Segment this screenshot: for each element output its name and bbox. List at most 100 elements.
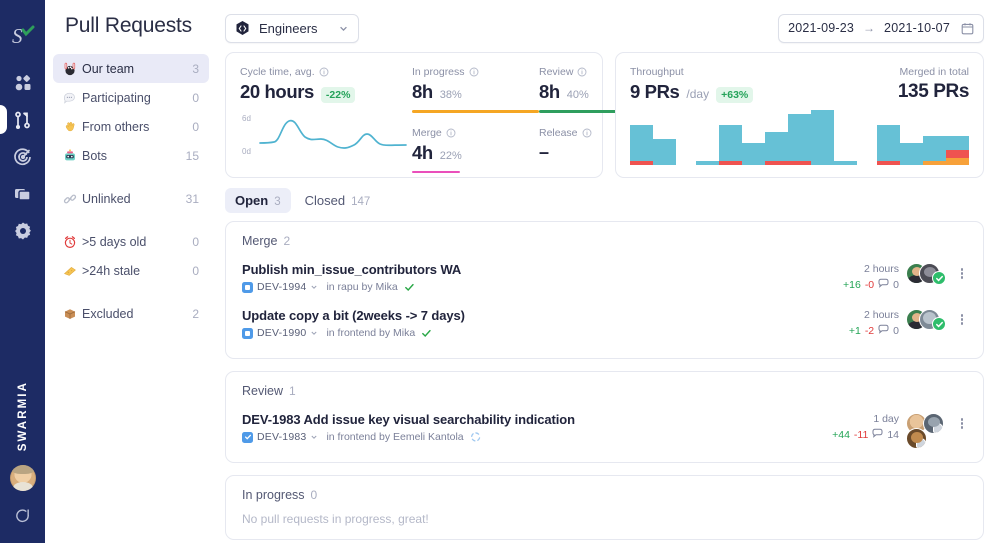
pr-state-tabs: Open 3 Closed 147	[225, 188, 984, 213]
table-row[interactable]: Update copy a bit (2weeks -> 7 days) DEV…	[242, 303, 969, 345]
bar-slot[interactable]	[719, 103, 742, 165]
rail-item-dashboard[interactable]	[0, 64, 45, 101]
date-from[interactable]: 2021-09-23	[788, 21, 854, 35]
bar[interactable]	[900, 143, 923, 165]
pr-meta: DEV-1994 in rapu by Mika	[242, 281, 843, 293]
sidebar-item-from-others[interactable]: From others 0	[53, 112, 209, 141]
sidebar-item-participating[interactable]: Participating 0	[53, 83, 209, 112]
bar-slot[interactable]	[630, 103, 653, 165]
date-range-picker[interactable]: 2021-09-23 → 2021-10-07	[778, 14, 984, 43]
logout-icon[interactable]	[14, 507, 31, 529]
chevron-down-icon[interactable]	[310, 329, 318, 337]
pr-more-menu[interactable]	[955, 309, 969, 326]
rail-item-insights[interactable]	[0, 138, 45, 175]
tab-closed[interactable]: Closed 147	[295, 188, 381, 213]
sidebar-item-our-team[interactable]: Our team 3	[53, 54, 209, 83]
pr-repo-author: in frontend by Mika	[326, 327, 415, 339]
bar-slot[interactable]	[834, 103, 857, 165]
rail-item-projects[interactable]	[0, 175, 45, 212]
cycle-time-block: Cycle time, avg. 20 hours -22% 6d 0d	[240, 66, 412, 177]
bar[interactable]	[811, 110, 834, 165]
bar-segment-merged	[653, 139, 676, 165]
bar[interactable]	[788, 114, 811, 165]
pr-participants[interactable]	[906, 413, 948, 443]
sidebar-item-24h-stale[interactable]: >24h stale 0	[53, 256, 209, 285]
bar[interactable]	[696, 161, 719, 165]
avatar[interactable]	[10, 465, 36, 491]
bar[interactable]	[877, 125, 900, 165]
info-icon[interactable]	[319, 67, 329, 77]
brand-wordmark: SWARMIA	[17, 381, 29, 451]
swarmia-logo-icon[interactable]: S	[0, 16, 45, 56]
info-icon[interactable]	[469, 67, 479, 77]
bar-slot[interactable]	[742, 103, 765, 165]
bar[interactable]	[923, 136, 946, 165]
calendar-icon[interactable]	[961, 22, 974, 35]
pr-title[interactable]: Update copy a bit (2weeks -> 7 days)	[242, 308, 849, 323]
cycle-time-card: Cycle time, avg. 20 hours -22% 6d 0d	[225, 52, 603, 178]
pr-more-menu[interactable]	[955, 413, 969, 430]
pr-age: 1 day	[832, 413, 899, 425]
bar-slot[interactable]	[653, 103, 676, 165]
bar[interactable]	[742, 143, 765, 165]
sidebar-item-unlinked[interactable]: Unlinked 31	[53, 184, 209, 213]
bar-slot[interactable]	[811, 103, 834, 165]
table-row[interactable]: Publish min_issue_contributors WA DEV-19…	[242, 257, 969, 299]
page-title: Pull Requests	[45, 14, 217, 38]
bar[interactable]	[765, 132, 788, 165]
bar[interactable]	[834, 161, 857, 165]
sidebar-divider	[45, 213, 217, 227]
tab-count: 147	[351, 196, 370, 208]
rail-item-settings[interactable]	[0, 212, 45, 249]
date-to[interactable]: 2021-10-07	[884, 21, 950, 35]
bar-slot[interactable]	[877, 103, 900, 165]
bar-slot[interactable]	[676, 103, 696, 165]
table-row[interactable]: DEV-1983 Add issue key visual searchabil…	[242, 407, 969, 449]
tab-open[interactable]: Open 3	[225, 188, 291, 213]
tab-label: Open	[235, 193, 268, 208]
team-selector[interactable]: Engineers	[225, 14, 359, 43]
info-icon[interactable]	[577, 67, 587, 77]
pr-participants[interactable]	[906, 263, 948, 293]
info-icon[interactable]	[582, 128, 592, 138]
sidebar-item-5-days-old[interactable]: >5 days old 0	[53, 227, 209, 256]
pr-title[interactable]: Publish min_issue_contributors WA	[242, 262, 843, 277]
bar[interactable]	[719, 125, 742, 165]
sidebar-item-count: 0	[192, 120, 199, 134]
bar-slot[interactable]	[923, 103, 946, 165]
bar-segment-merged	[788, 114, 811, 161]
stage-progress-bar	[412, 110, 539, 113]
tab-label: Closed	[305, 193, 345, 208]
bar[interactable]	[653, 139, 676, 165]
bar-slot[interactable]	[788, 103, 811, 165]
package-icon	[63, 307, 82, 321]
chevron-down-icon[interactable]	[310, 433, 318, 441]
bar-slot[interactable]	[900, 103, 923, 165]
info-icon[interactable]	[446, 128, 456, 138]
chevron-down-icon[interactable]	[310, 283, 318, 291]
sidebar-item-excluded[interactable]: Excluded 2	[53, 299, 209, 328]
bar[interactable]	[946, 136, 969, 165]
bar-slot[interactable]	[696, 103, 719, 165]
pr-deletions: -0	[865, 279, 874, 291]
bar-slot[interactable]	[765, 103, 788, 165]
issue-link[interactable]: DEV-1983	[242, 431, 318, 443]
cycle-time-sparkline: 6d 0d	[240, 114, 412, 166]
group-title: Merge	[242, 234, 277, 248]
pr-main: Publish min_issue_contributors WA DEV-19…	[242, 262, 843, 293]
throughput-label: Throughput	[630, 66, 753, 78]
issue-link[interactable]: DEV-1990	[242, 327, 318, 339]
bar[interactable]	[630, 125, 653, 165]
rail-item-pull-requests[interactable]	[0, 101, 45, 138]
issue-link[interactable]: DEV-1994	[242, 281, 318, 293]
jira-story-icon	[242, 282, 253, 293]
sidebar-item-count: 31	[186, 192, 199, 206]
throughput-value-row: 9 PRs /day +63%	[630, 81, 753, 103]
pr-title[interactable]: DEV-1983 Add issue key visual searchabil…	[242, 412, 832, 427]
pr-more-menu[interactable]	[955, 263, 969, 280]
bar-slot[interactable]	[857, 103, 877, 165]
pr-group-review: Review 1 DEV-1983 Add issue key visual s…	[225, 371, 984, 463]
bar-slot[interactable]	[946, 103, 969, 165]
sidebar-item-bots[interactable]: Bots 15	[53, 141, 209, 170]
pr-participants[interactable]	[906, 309, 948, 339]
